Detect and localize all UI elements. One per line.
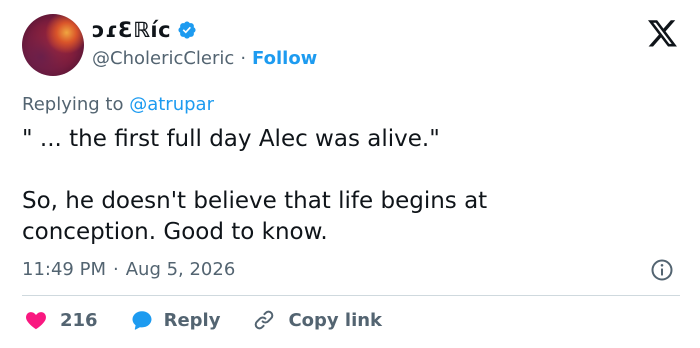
info-icon[interactable] bbox=[650, 258, 674, 282]
link-icon bbox=[252, 308, 276, 332]
copy-link-button[interactable]: Copy link bbox=[252, 308, 382, 332]
heart-icon bbox=[24, 308, 48, 332]
like-button[interactable]: 216 bbox=[24, 308, 98, 332]
tweet-date: Aug 5, 2026 bbox=[125, 259, 236, 280]
action-bar: 216 Reply Copy link bbox=[24, 308, 382, 332]
replying-to-prefix: Replying to bbox=[22, 94, 124, 115]
replying-to-mention[interactable]: @atrupar bbox=[129, 94, 214, 115]
x-logo-icon[interactable] bbox=[648, 20, 678, 48]
author-handle-row: @CholericCleric · Follow bbox=[92, 48, 317, 69]
tweet-timestamp[interactable]: 11:49 PM · Aug 5, 2026 bbox=[22, 259, 235, 280]
timestamp-separator: · bbox=[112, 259, 119, 280]
author-display-name[interactable]: ɔɾƐℝíc bbox=[92, 18, 171, 42]
like-count: 216 bbox=[60, 309, 98, 331]
author-handle[interactable]: @CholericCleric bbox=[92, 48, 234, 69]
verified-badge-icon bbox=[177, 20, 197, 40]
handle-separator: · bbox=[240, 48, 247, 69]
reply-label: Reply bbox=[163, 309, 221, 331]
tweet-time: 11:49 PM bbox=[22, 259, 106, 280]
author-name-row: ɔɾƐℝíc bbox=[92, 18, 197, 42]
divider bbox=[22, 295, 680, 296]
replying-to: Replying to @atrupar bbox=[22, 94, 214, 115]
tweet-text: " ... the first full day Alec was alive.… bbox=[22, 124, 682, 248]
tweet-text-line-1: " ... the first full day Alec was alive.… bbox=[22, 126, 440, 152]
reply-bubble-icon bbox=[130, 308, 154, 332]
tweet-text-line-2: So, he doesn't believe that life begins … bbox=[22, 188, 488, 245]
copy-link-label: Copy link bbox=[288, 309, 383, 331]
follow-button[interactable]: Follow bbox=[252, 48, 317, 69]
reply-button[interactable]: Reply bbox=[130, 308, 221, 332]
avatar[interactable] bbox=[22, 14, 84, 76]
